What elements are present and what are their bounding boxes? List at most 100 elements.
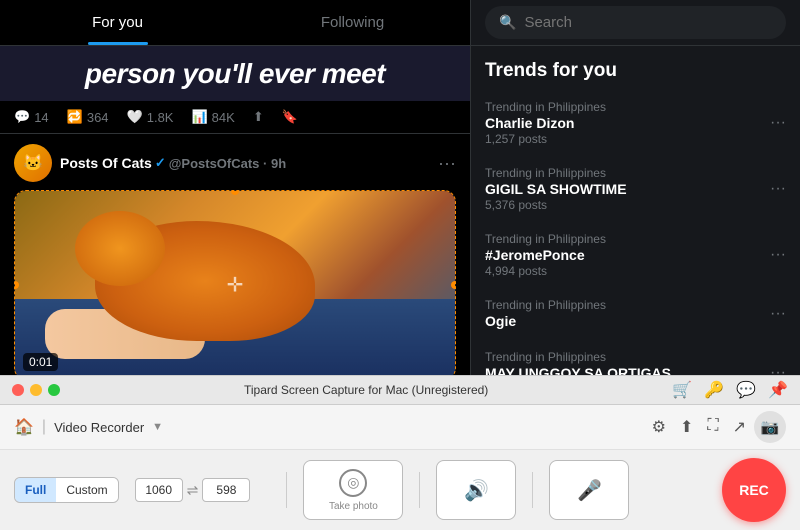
screen-capture-toolbar: Tipard Screen Capture for Mac (Unregiste… bbox=[0, 375, 800, 500]
rec-button[interactable]: REC bbox=[722, 458, 786, 522]
mic-control[interactable]: 🎤 bbox=[549, 460, 629, 520]
trend-label: Trending in Philippines bbox=[485, 100, 786, 114]
trend-name: Charlie Dizon bbox=[485, 115, 786, 131]
trend-name: Ogie bbox=[485, 313, 786, 329]
trend-more-btn[interactable]: ··· bbox=[770, 180, 786, 198]
view-count: 📊 84K bbox=[191, 109, 234, 125]
retweet-count[interactable]: 🔁 364 bbox=[67, 109, 109, 125]
camera-circle-icon: ◎ bbox=[339, 469, 367, 497]
size-toggle: Full Custom bbox=[14, 477, 119, 503]
trend-posts: 4,994 posts bbox=[485, 264, 786, 278]
mic-icon: 🎤 bbox=[577, 478, 602, 503]
more-options-btn[interactable]: ··· bbox=[438, 153, 456, 174]
trend-more-btn[interactable]: ··· bbox=[770, 305, 786, 323]
maximize-window-btn[interactable] bbox=[48, 384, 60, 396]
trend-label: Trending in Philippines bbox=[485, 350, 786, 364]
search-icon: 🔍 bbox=[499, 14, 516, 31]
trend-item[interactable]: Trending in Philippines #JeromePonce 4,9… bbox=[471, 222, 800, 288]
bookmark-btn[interactable]: 🔖 bbox=[282, 109, 298, 125]
avatar: 🐱 bbox=[14, 144, 52, 182]
capture-nav-bar: 🏠 | Video Recorder ▼ ⚙ ⬆ ⛶ ↗ 📷 bbox=[0, 405, 800, 450]
camera-capture-area[interactable]: ◎ Take photo bbox=[303, 460, 403, 520]
trend-item[interactable]: Trending in Philippines Charlie Dizon 1,… bbox=[471, 90, 800, 156]
post-handle: @PostsOfCats · 9h bbox=[169, 156, 286, 171]
trends-title: Trends for you bbox=[471, 56, 800, 90]
controls-divider-2 bbox=[419, 472, 420, 508]
chart-icon: 📊 bbox=[191, 109, 207, 125]
capture-app-title: Tipard Screen Capture for Mac (Unregiste… bbox=[244, 383, 488, 397]
export-icon[interactable]: ↗ bbox=[733, 417, 746, 437]
trend-more-btn[interactable]: ··· bbox=[770, 246, 786, 264]
dimension-inputs: ⇌ bbox=[135, 478, 251, 502]
trend-label: Trending in Philippines bbox=[485, 166, 786, 180]
trend-item[interactable]: Trending in Philippines GIGIL SA SHOWTIM… bbox=[471, 156, 800, 222]
trend-item[interactable]: Trending in Philippines MAY UNGGOY SA OR… bbox=[471, 340, 800, 375]
post-meta: Posts Of Cats ✓ @PostsOfCats · 9h bbox=[60, 155, 430, 171]
nav-divider: | bbox=[42, 418, 46, 436]
pin-icon[interactable]: 📌 bbox=[768, 380, 788, 400]
move-icon: ✛ bbox=[227, 273, 244, 298]
trend-more-btn[interactable]: ··· bbox=[770, 364, 786, 375]
controls-divider-3 bbox=[532, 472, 533, 508]
audio-control[interactable]: 🔊 bbox=[436, 460, 516, 520]
capture-title-bar: Tipard Screen Capture for Mac (Unregiste… bbox=[0, 376, 800, 405]
resize-handle-tr[interactable] bbox=[451, 190, 456, 195]
home-icon[interactable]: 🏠 bbox=[14, 417, 34, 437]
custom-size-btn[interactable]: Custom bbox=[56, 478, 117, 502]
resize-handle-mr[interactable] bbox=[451, 281, 456, 289]
cat-head bbox=[75, 211, 165, 286]
trend-name: GIGIL SA SHOWTIME bbox=[485, 181, 786, 197]
twitter-feed: For you Following person you'll ever mee… bbox=[0, 0, 470, 375]
video-timer: 0:01 bbox=[23, 353, 58, 371]
trend-name: #JeromePonce bbox=[485, 247, 786, 263]
link-icon: ⇌ bbox=[187, 482, 199, 499]
right-sidebar: 🔍 Trends for you Trending in Philippines… bbox=[470, 0, 800, 375]
search-section: 🔍 bbox=[471, 0, 800, 46]
search-input[interactable] bbox=[524, 14, 772, 31]
share-btn[interactable]: ⬆ bbox=[253, 109, 264, 125]
trend-name: MAY UNGGOY SA ORTIGAS bbox=[485, 365, 786, 375]
tab-for-you[interactable]: For you bbox=[0, 0, 235, 45]
post-header: 🐱 Posts Of Cats ✓ @PostsOfCats · 9h ··· bbox=[14, 144, 456, 182]
camera-snap-btn[interactable]: 📷 bbox=[754, 411, 786, 443]
retweet-icon: 🔁 bbox=[67, 109, 83, 125]
trend-posts: 1,257 posts bbox=[485, 132, 786, 146]
heart-icon: 🤍 bbox=[127, 109, 143, 125]
verified-badge: ✓ bbox=[155, 155, 166, 171]
capture-title-icons: 🛒 🔑 💬 📌 bbox=[672, 380, 788, 400]
tab-following[interactable]: Following bbox=[235, 0, 470, 45]
search-input-wrap[interactable]: 🔍 bbox=[485, 6, 786, 39]
post-container: 🐱 Posts Of Cats ✓ @PostsOfCats · 9h ··· bbox=[0, 133, 470, 375]
like-count[interactable]: 🤍 1.8K bbox=[127, 109, 174, 125]
trend-label: Trending in Philippines bbox=[485, 298, 786, 312]
video-banner: person you'll ever meet bbox=[0, 46, 470, 101]
take-photo-label: Take photo bbox=[329, 501, 378, 512]
comment-count[interactable]: 💬 14 bbox=[14, 109, 49, 125]
chat-icon[interactable]: 💬 bbox=[736, 380, 756, 400]
trend-posts: 5,376 posts bbox=[485, 198, 786, 212]
post-image: ✛ 0:01 bbox=[14, 190, 456, 375]
trend-label: Trending in Philippines bbox=[485, 232, 786, 246]
traffic-lights bbox=[12, 384, 60, 396]
trends-section: Trends for you Trending in Philippines C… bbox=[471, 46, 800, 375]
bookmark-icon: 🔖 bbox=[282, 109, 298, 125]
trend-item[interactable]: Trending in Philippines Ogie ··· bbox=[471, 288, 800, 340]
minimize-window-btn[interactable] bbox=[30, 384, 42, 396]
height-input[interactable] bbox=[202, 478, 250, 502]
post-author-name: Posts Of Cats ✓ @PostsOfCats · 9h bbox=[60, 155, 430, 171]
nav-dropdown-arrow[interactable]: ▼ bbox=[152, 421, 163, 433]
controls-divider bbox=[286, 472, 287, 508]
feed-tabs: For you Following bbox=[0, 0, 470, 46]
close-window-btn[interactable] bbox=[12, 384, 24, 396]
capture-controls-row: Full Custom ⇌ ◎ Take photo 🔊 🎤 REC bbox=[0, 450, 800, 530]
settings-icon[interactable]: ⚙ bbox=[652, 417, 666, 437]
fullscreen-icon[interactable]: ⛶ bbox=[707, 417, 718, 437]
comment-icon: 💬 bbox=[14, 109, 30, 125]
speaker-icon: 🔊 bbox=[464, 478, 489, 503]
width-input[interactable] bbox=[135, 478, 183, 502]
upload-save-icon[interactable]: ⬆ bbox=[680, 417, 693, 437]
key-icon[interactable]: 🔑 bbox=[704, 380, 724, 400]
full-size-btn[interactable]: Full bbox=[15, 478, 56, 502]
trend-more-btn[interactable]: ··· bbox=[770, 114, 786, 132]
cart-icon[interactable]: 🛒 bbox=[672, 380, 692, 400]
